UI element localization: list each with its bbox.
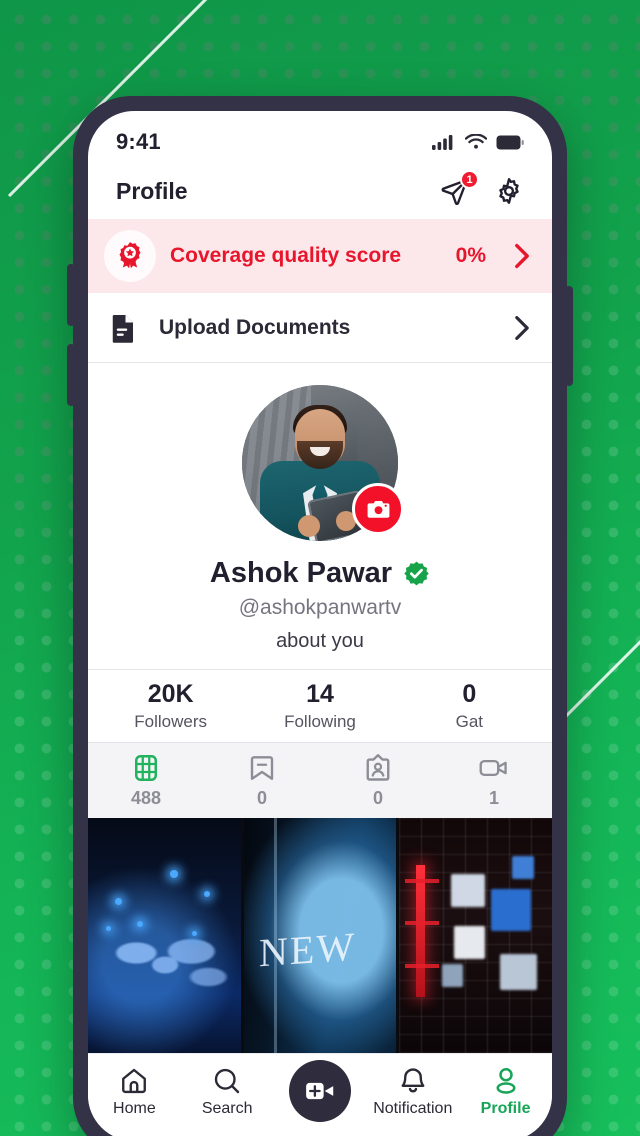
status-bar-clock: 9:41	[116, 129, 161, 154]
grid-icon	[134, 754, 158, 781]
phone-screen: 9:41 Profile 1 Coverage quality score 0%…	[88, 111, 552, 1136]
nav-label: Search	[201, 1100, 253, 1117]
page-header: Profile 1	[88, 163, 552, 219]
nav-item-search[interactable]: Search	[183, 1066, 271, 1118]
power-button[interactable]	[565, 286, 573, 386]
tag-person-icon	[366, 753, 390, 781]
page-title: Profile	[116, 177, 188, 204]
wifi-icon	[465, 133, 487, 149]
upload-documents-row[interactable]: Upload Documents	[88, 293, 552, 363]
volume-down-button[interactable]	[67, 344, 75, 406]
post-caption: NEW	[258, 923, 357, 976]
send-badge: 1	[460, 170, 479, 189]
stat-value: 20K	[147, 680, 194, 708]
stat-label: Gat	[455, 712, 484, 731]
nav-label: Notification	[373, 1100, 453, 1117]
home-icon	[122, 1068, 147, 1094]
search-icon	[215, 1068, 240, 1094]
stat-gat[interactable]: 0 Gat	[395, 680, 544, 732]
nav-item-notification[interactable]: Notification	[369, 1066, 457, 1118]
bookmark-icon	[250, 755, 274, 780]
post-grid: NEW	[88, 818, 552, 1053]
cellular-signal-icon	[432, 134, 453, 150]
tab-videos[interactable]: 1	[436, 753, 552, 809]
tab-count: 488	[130, 787, 162, 808]
video-camera-icon	[479, 759, 507, 776]
send-icon[interactable]: 1	[440, 170, 479, 206]
nav-item-profile[interactable]: Profile	[462, 1066, 550, 1118]
stat-label: Followers	[134, 712, 208, 731]
tab-saved[interactable]: 0	[204, 753, 320, 809]
chevron-right-icon	[515, 315, 529, 340]
profile-about: about you	[276, 630, 364, 652]
upload-documents-label: Upload Documents	[159, 315, 351, 339]
phone-mockup-frame: 9:41 Profile 1 Coverage quality score 0%…	[67, 96, 573, 1136]
nav-item-home[interactable]: Home	[90, 1066, 178, 1118]
profile-handle: @ashokpanwartv	[238, 596, 402, 619]
nav-label: Profile	[480, 1100, 531, 1117]
camera-icon[interactable]	[352, 483, 404, 535]
battery-icon	[496, 135, 524, 149]
stat-label: Following	[284, 712, 356, 731]
status-bar: 9:41	[88, 111, 552, 163]
tab-count: 1	[488, 787, 499, 808]
avatar-wrapper	[242, 385, 404, 541]
coverage-value: 0%	[455, 244, 486, 267]
nav-label: Home	[113, 1100, 156, 1117]
stat-following[interactable]: 14 Following	[245, 680, 394, 732]
post-thumbnail[interactable]	[399, 818, 552, 1053]
profile-stats: 20K Followers 14 Following 0 Gat	[88, 670, 552, 742]
coverage-label: Coverage quality score	[170, 244, 402, 267]
profile-section: Ashok Pawar @ashokpanwartv about you	[88, 363, 552, 670]
status-bar-icons	[432, 133, 524, 151]
person-icon	[496, 1067, 516, 1094]
header-actions: 1	[440, 170, 524, 206]
gear-icon[interactable]	[494, 176, 524, 206]
tab-count: 0	[256, 787, 267, 808]
add-video-icon[interactable]	[288, 1060, 351, 1122]
profile-content-tabs: 488 0 0 1	[88, 742, 552, 818]
post-thumbnail[interactable]: NEW	[243, 818, 397, 1053]
bell-icon	[401, 1068, 425, 1093]
stat-followers[interactable]: 20K Followers	[96, 680, 245, 732]
document-icon	[112, 314, 133, 343]
post-thumbnail[interactable]	[88, 818, 241, 1053]
bottom-navigation-bar: Home Search Notification Profile	[88, 1053, 552, 1136]
award-ribbon-icon	[104, 230, 156, 282]
tab-tagged[interactable]: 0	[320, 753, 436, 809]
stat-value: 14	[306, 680, 334, 708]
coverage-quality-score-banner[interactable]: Coverage quality score 0%	[88, 219, 552, 293]
profile-name-row: Ashok Pawar	[210, 557, 430, 590]
chevron-right-icon	[515, 243, 529, 269]
volume-up-button[interactable]	[67, 264, 75, 326]
nav-item-create[interactable]	[276, 1060, 364, 1122]
stat-value: 0	[462, 680, 477, 708]
profile-full-name: Ashok Pawar	[209, 557, 393, 589]
verified-badge-icon	[404, 561, 429, 586]
tab-grid[interactable]: 488	[88, 753, 204, 809]
tab-count: 0	[372, 787, 383, 808]
